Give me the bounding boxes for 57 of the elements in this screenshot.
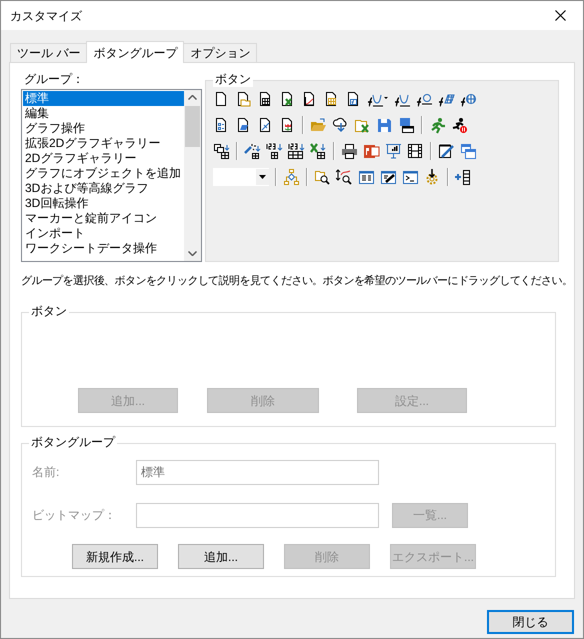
group-item[interactable]: ワークシートデータ操作 — [23, 241, 184, 256]
group-list[interactable]: 標準 編集 グラフ操作 拡張2Dグラフギャラリー 2Dグラフギャラリー グラフにオブジェクトを追加 3Dおよび等高線グラフ 3D回転操作 マーカーと錠前アイコン インポート ワークシートデータ操作 — [21, 89, 202, 262]
cloud-download-icon[interactable] — [332, 116, 349, 134]
bitmap-label: ビットマップ： — [31, 508, 117, 522]
group-item[interactable]: 3D回転操作 — [23, 196, 184, 211]
hierarchy-icon[interactable] — [283, 168, 300, 186]
group-item[interactable]: グラフにオブジェクトを追加 — [23, 166, 184, 181]
pencil-window-icon[interactable] — [380, 168, 397, 186]
folder-search-icon[interactable] — [314, 168, 331, 186]
duplicate-icon[interactable] — [213, 142, 230, 160]
tab[interactable]: ツール バー — [10, 43, 88, 62]
save-window-icon[interactable] — [398, 116, 415, 134]
number-grid-icon[interactable] — [266, 142, 283, 160]
close-icon — [555, 10, 566, 21]
edit-window-icon[interactable] — [438, 142, 455, 160]
excel-grid-icon[interactable] — [310, 142, 327, 160]
running-figure-icon[interactable] — [429, 116, 446, 134]
group-item[interactable]: マーカーと錠前アイコン — [23, 211, 184, 226]
group-action-button[interactable]: 追加... — [178, 544, 264, 569]
scrollbar[interactable] — [184, 90, 201, 261]
name-label: 名前: — [31, 465, 60, 480]
printer-icon[interactable] — [341, 142, 358, 160]
group-item[interactable]: 拡張2Dグラフギャラリー — [23, 136, 184, 151]
hint-text: グループを選択後、ボタンをクリックして説明を見てください。ボタンを希望のツールバーにドラッグしてください。 — [21, 274, 572, 289]
window-title: カスタマイズ — [10, 8, 82, 24]
group-item[interactable]: 標準 — [23, 91, 184, 106]
group-item[interactable]: インポート — [23, 226, 184, 241]
group-label: グループ： — [23, 72, 85, 87]
tab[interactable]: オプション — [183, 43, 258, 62]
button-group-label: ボタングループ — [29, 435, 117, 450]
close-dialog-button[interactable]: 閉じる — [487, 610, 574, 634]
list-window-icon[interactable] — [358, 168, 375, 186]
dropdown-caret-icon — [259, 175, 266, 179]
group-item[interactable]: グラフ操作 — [23, 121, 184, 136]
chart-search-icon[interactable] — [336, 168, 353, 186]
film-strip-icon[interactable] — [407, 142, 424, 160]
group-item[interactable]: 3Dおよび等高線グラフ — [23, 181, 184, 196]
cascade-windows-icon[interactable] — [460, 142, 477, 160]
presentation-slides-icon[interactable] — [363, 142, 380, 160]
button-palette-label: ボタン — [213, 72, 253, 87]
button-box-label: ボタン — [29, 304, 69, 319]
terminal-icon[interactable] — [402, 168, 419, 186]
scroll-thumb[interactable] — [185, 106, 200, 147]
group-item[interactable]: 2Dグラフギャラリー — [23, 151, 184, 166]
open-folder-icon[interactable] — [310, 116, 327, 134]
tab[interactable]: ボタングループ — [86, 41, 184, 63]
scroll-down-icon[interactable] — [188, 251, 197, 256]
add-rows-icon[interactable] — [455, 168, 472, 186]
group-item[interactable]: 編集 — [23, 106, 184, 121]
number-large-grid-icon[interactable] — [288, 142, 305, 160]
wand-grid-icon[interactable] — [244, 142, 261, 160]
runner-stop-icon[interactable] — [451, 116, 468, 134]
folder-page-icon[interactable] — [235, 90, 252, 108]
group-action-button[interactable]: 新規作成... — [72, 544, 158, 569]
save-icon[interactable] — [376, 116, 393, 134]
presentation-chart-icon[interactable] — [385, 142, 402, 160]
scroll-up-icon[interactable] — [188, 95, 197, 100]
